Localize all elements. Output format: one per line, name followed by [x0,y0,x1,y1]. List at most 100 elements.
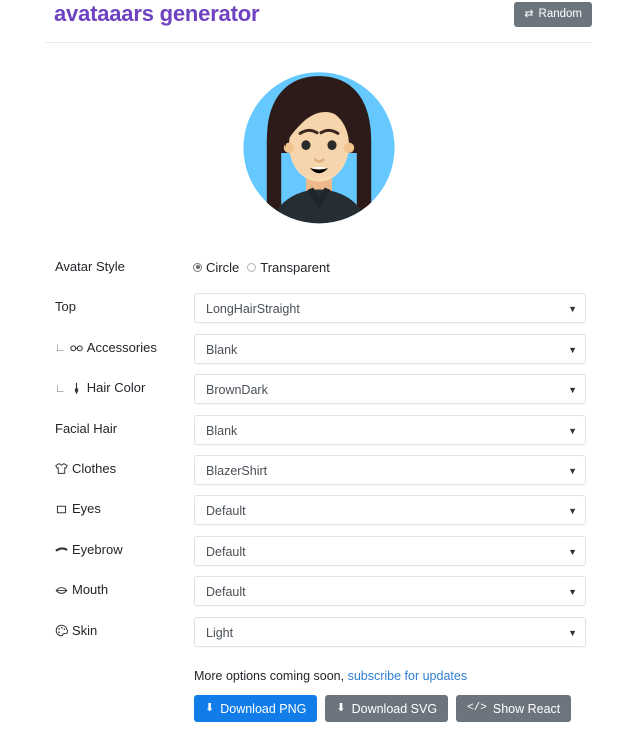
chevron-down-icon: ▼ [568,587,577,598]
eyes-select-value: Default [206,504,246,519]
skin-select-value: Light [206,625,234,640]
clothes-select[interactable]: BlazerShirt ▼ [194,454,586,485]
options-form: Avatar Style Circle Transparent Top Long… [0,255,637,659]
mouth-select-value: Default [206,585,246,600]
eyes-label-text: Eyes [72,501,101,517]
chevron-down-icon: ▼ [568,385,577,396]
chevron-down-icon: ▼ [568,425,577,436]
indent-marker-icon: ∟ [55,342,66,355]
hair-color-select[interactable]: BrownDark ▼ [194,374,586,405]
clothes-control: BlazerShirt ▼ [194,454,586,485]
radio-transparent-indicator[interactable] [247,262,257,272]
clothes-select-value: BlazerShirt [206,463,268,478]
form-row-top: Top LongHairStraight ▼ [0,293,637,335]
hair-color-label-text: Hair Color [86,380,146,396]
chevron-down-icon: ▼ [568,506,577,517]
accessories-label-text: Accessories [86,339,157,355]
footer: More options coming soon, subscribe for … [194,668,624,722]
clothes-label: Clothes [55,457,116,481]
form-row-facial-hair: Facial Hair Blank ▼ [0,414,637,457]
form-row-skin: Skin Light ▼ [0,616,637,659]
top-label-text: Top [55,299,76,315]
lips-icon [55,584,68,597]
radio-circle-indicator[interactable] [193,262,202,272]
eyebrow-control: Default ▼ [194,535,586,566]
skin-label-text: Skin [72,622,98,638]
form-row-eyes: Eyes Default ▼ [0,495,637,537]
avatar-style-label: Avatar Style [55,255,125,279]
top-label: Top [55,295,76,319]
chevron-down-icon: ▼ [568,465,577,476]
show-react-label: Show React [492,701,561,716]
tshirt-icon [55,462,68,475]
facial-hair-label-text: Facial Hair [55,420,118,436]
skin-control: Light ▼ [194,616,586,647]
hair-color-label: ∟ Hair Color [55,376,145,400]
action-button-row: ⬇ Download PNG ⬇ Download SVG </> Show R… [194,695,572,722]
chevron-down-icon: ▼ [568,344,577,355]
download-icon: ⬇ [336,702,346,714]
mouth-select[interactable]: Default ▼ [194,576,586,607]
radio-option-transparent[interactable]: Transparent [247,260,330,275]
header-divider [45,42,592,43]
random-button-label: Random [538,8,582,20]
download-png-label: Download PNG [220,701,307,716]
eyebrow-label-text: Eyebrow [72,541,123,557]
radio-option-circle[interactable]: Circle [193,260,239,275]
mouth-label: Mouth [55,578,108,602]
top-select[interactable]: LongHairStraight ▼ [194,293,586,324]
chevron-down-icon: ▼ [568,304,577,315]
glasses-icon [70,341,83,354]
eyebrow-select[interactable]: Default ▼ [194,535,586,566]
indent-marker-icon: ∟ [55,382,66,395]
avatar-preview [0,57,637,249]
top-select-value: LongHairStraight [206,302,300,317]
palette-icon [55,624,68,637]
form-row-accessories: ∟ Accessories Blank ▼ [0,333,637,376]
show-react-button[interactable]: </> Show React [456,695,572,722]
chevron-down-icon: ▼ [568,546,577,557]
accessories-select[interactable]: Blank ▼ [194,333,586,364]
form-row-avatar-style: Avatar Style Circle Transparent [0,255,637,295]
top-control: LongHairStraight ▼ [194,293,586,324]
download-icon: ⬇ [205,702,215,714]
avatar-style-radio-group: Circle Transparent [193,258,338,276]
facial-hair-control: Blank ▼ [194,414,586,445]
paintbrush-icon [70,382,83,395]
skin-label: Skin [55,619,97,643]
facial-hair-select[interactable]: Blank ▼ [194,414,586,445]
form-row-clothes: Clothes BlazerShirt ▼ [0,454,637,497]
facial-hair-label: Facial Hair [55,417,117,441]
download-svg-label: Download SVG [351,701,438,716]
mouth-label-text: Mouth [72,582,109,598]
form-row-hair-color: ∟ Hair Color BrownDark ▼ [0,374,637,416]
avatar-image [242,72,395,224]
subscribe-link[interactable]: subscribe for updates [348,669,468,683]
page-header: avataaars generator ⇄ Random [0,0,637,43]
radio-circle-label: Circle [206,259,240,275]
eyebrow-select-value: Default [206,544,246,559]
eyes-label: Eyes [55,497,101,521]
accessories-select-value: Blank [206,342,238,357]
footer-note-text: More options coming soon, [194,669,345,683]
eyes-select[interactable]: Default ▼ [194,495,586,526]
eyebrow-label: Eyebrow [55,538,123,562]
page-title: avataaars generator [54,1,260,26]
form-row-mouth: Mouth Default ▼ [0,576,637,618]
mouth-control: Default ▼ [194,576,586,607]
hair-color-control: BrownDark ▼ [194,374,586,405]
avatar-style-label-text: Avatar Style [55,259,125,274]
hair-color-select-value: BrownDark [206,383,268,398]
download-svg-button[interactable]: ⬇ Download SVG [325,695,449,722]
shuffle-icon: ⇄ [524,8,534,20]
form-row-eyebrow: Eyebrow Default ▼ [0,535,637,578]
facial-hair-select-value: Blank [206,423,238,438]
eye-icon [55,503,68,516]
eyes-control: Default ▼ [194,495,586,526]
download-png-button[interactable]: ⬇ Download PNG [194,695,318,722]
random-button[interactable]: ⇄ Random [514,2,592,27]
radio-transparent-label: Transparent [260,259,330,275]
code-icon: </> [467,702,487,714]
skin-select[interactable]: Light ▼ [194,616,586,647]
chevron-down-icon: ▼ [568,627,577,638]
